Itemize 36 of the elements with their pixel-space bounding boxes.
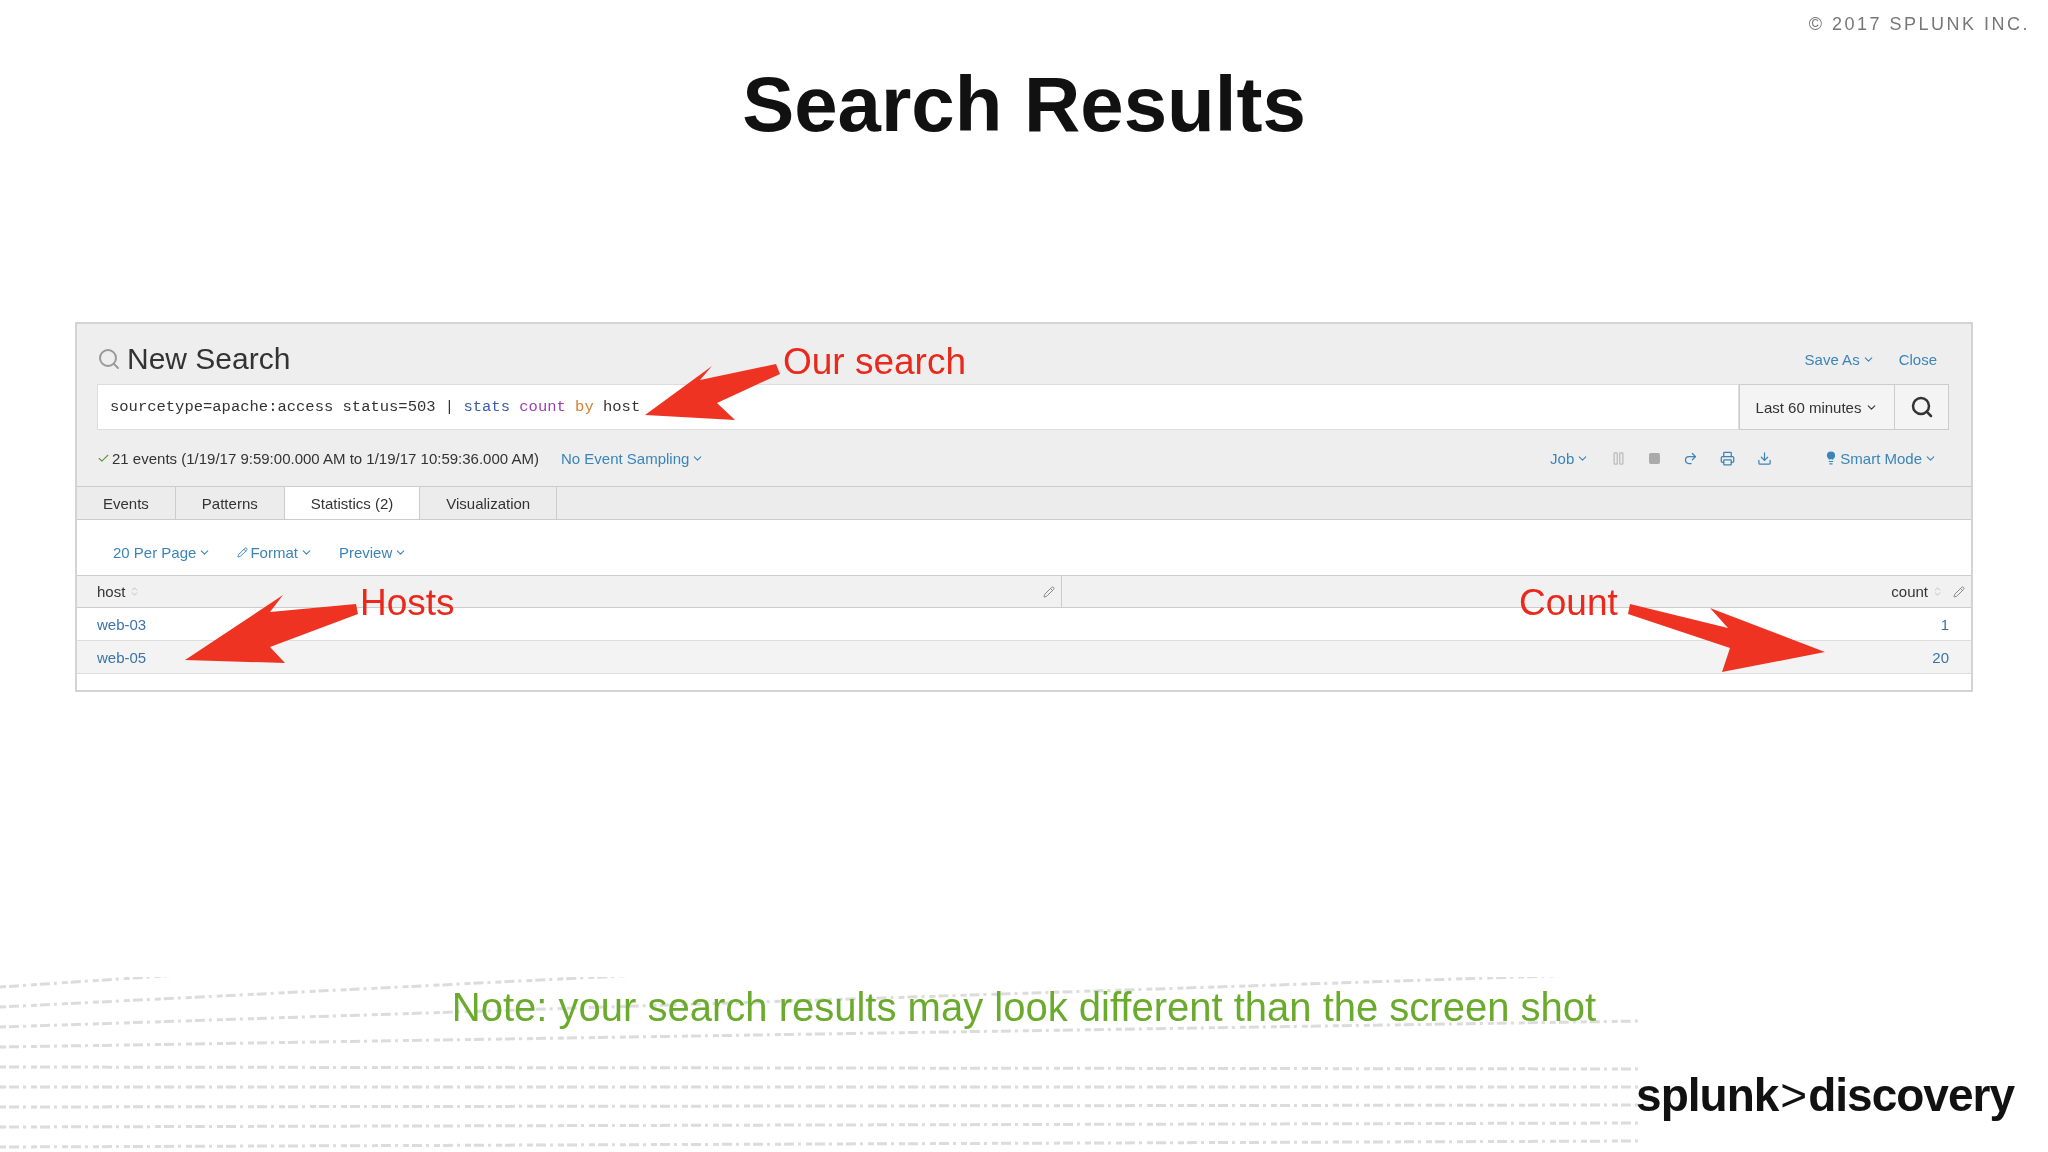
search-query-field[interactable]: sourcetype=apache:access status=503 | stats count by host xyxy=(97,384,1739,430)
pencil-icon[interactable] xyxy=(1953,585,1965,598)
table-cell[interactable]: web-05 xyxy=(97,648,147,666)
download-icon[interactable] xyxy=(1757,450,1773,466)
header-link[interactable]: Save As xyxy=(1804,350,1875,368)
print-icon[interactable] xyxy=(1720,450,1736,466)
brand-logo: splunk>discovery xyxy=(1636,1068,2014,1122)
search-icon xyxy=(97,347,121,371)
job-menu[interactable]: Job xyxy=(1550,449,1590,467)
copyright-text: © 2017 SPLUNK INC. xyxy=(1808,14,2030,35)
annotation-label: Count xyxy=(1519,584,1618,621)
pencil-icon xyxy=(237,547,249,558)
results-option-menu[interactable]: Format xyxy=(237,544,313,561)
search-button[interactable] xyxy=(1895,384,1949,430)
slide-title: Search Results xyxy=(742,65,1306,143)
table-cell[interactable]: 1 xyxy=(1940,615,1949,633)
time-range-picker[interactable]: Last 60 minutes xyxy=(1739,384,1895,430)
share-icon[interactable] xyxy=(1683,450,1699,466)
results-tab[interactable]: Statistics (2) xyxy=(284,487,421,519)
pencil-icon[interactable] xyxy=(1043,585,1055,598)
column-header[interactable]: host xyxy=(97,583,126,600)
column-header[interactable]: count xyxy=(1891,583,1928,600)
results-option-menu[interactable]: Preview xyxy=(338,544,408,561)
page-title: New Search xyxy=(127,342,291,376)
search-mode-dropdown[interactable]: Smart Mode xyxy=(1824,449,1937,467)
results-option-menu[interactable]: 20 Per Page xyxy=(113,544,212,561)
table-cell[interactable]: web-03 xyxy=(97,615,147,633)
stop-icon[interactable] xyxy=(1648,451,1662,465)
annotation-label: Our search xyxy=(783,343,966,380)
sampling-dropdown[interactable]: No Event Sampling xyxy=(561,449,705,467)
table-cell[interactable]: 20 xyxy=(1932,648,1949,666)
annotation-label: Hosts xyxy=(360,584,455,621)
note-text: Note: your search results may look different than the screen shot xyxy=(451,985,1597,1030)
header-link[interactable]: Close xyxy=(1898,350,1937,368)
event-count-text: 21 events (1/19/17 9:59:00.000 AM to 1/19/17 10:59:36.000 AM) xyxy=(97,449,539,467)
search-icon xyxy=(1909,395,1934,419)
